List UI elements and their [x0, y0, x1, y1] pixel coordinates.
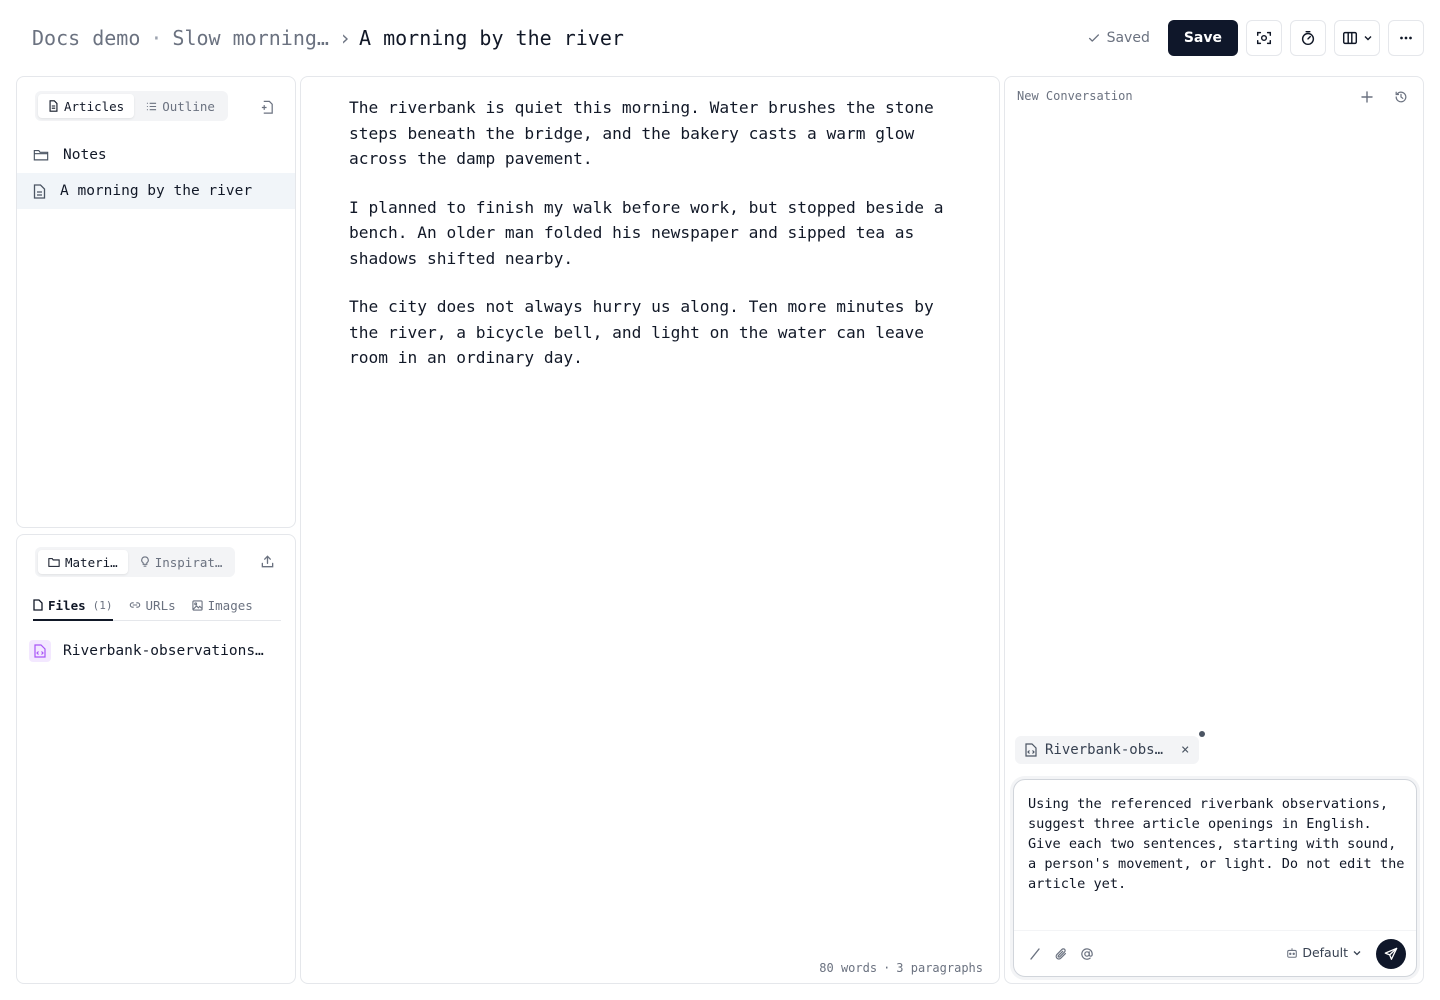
subtab-files[interactable]: Files (1) [33, 591, 113, 621]
lightbulb-icon [140, 556, 149, 567]
top-bar: Docs demo · Slow morning… › A morning by… [0, 0, 1440, 76]
save-status: Saved [1087, 30, 1150, 46]
check-icon [1088, 34, 1099, 42]
tree-item-article[interactable]: A morning by the river [17, 173, 295, 209]
focus-mode-button[interactable] [1246, 20, 1282, 56]
tree-item-notes[interactable]: Notes [17, 137, 295, 173]
robot-icon [1287, 947, 1298, 958]
new-conversation-button[interactable] [1357, 87, 1377, 107]
article-paragraph[interactable]: The riverbank is quiet this morning. Wat… [349, 95, 959, 172]
slash-command-button[interactable] [1026, 945, 1044, 963]
composer-toolbar: Default [1014, 930, 1416, 976]
material-subtabs: Files (1) URLs Images [33, 591, 281, 621]
materials-panel: Materi… Inspirat… Files (1) URLs Images … [16, 534, 296, 984]
message-input[interactable]: Using the referenced riverbank observati… [1028, 794, 1408, 894]
upload-button[interactable] [255, 549, 279, 573]
more-horizontal-icon [1400, 36, 1412, 40]
model-selector[interactable]: Default [1286, 945, 1362, 960]
breadcrumb-current: A morning by the river [359, 26, 624, 50]
at-sign-icon [1081, 948, 1093, 960]
layout-button[interactable] [1334, 20, 1380, 56]
more-options-button[interactable] [1388, 20, 1424, 56]
focus-icon [1256, 31, 1272, 45]
send-button[interactable] [1376, 939, 1406, 969]
breadcrumb-project[interactable]: Slow morning… [172, 26, 329, 50]
articles-panel: Articles Outline Notes A morning by the … [16, 76, 296, 528]
plus-icon [1361, 91, 1373, 103]
new-document-icon [261, 100, 273, 114]
image-icon [191, 599, 203, 611]
stats-separator: · [883, 961, 891, 975]
chevron-down-icon [1353, 950, 1361, 955]
article-paragraph[interactable]: The city does not always hurry us along.… [349, 294, 959, 371]
subtab-images[interactable]: Images [191, 591, 253, 619]
reference-chip[interactable]: Riverbank-obs… × [1015, 736, 1200, 764]
subtab-urls-label: URLs [145, 597, 176, 613]
history-icon [1395, 91, 1407, 103]
new-article-button[interactable] [255, 95, 279, 119]
article-paragraph[interactable]: I planned to finish my walk before work,… [349, 195, 959, 272]
folder-icon [48, 557, 60, 567]
header-actions: Saved Save [1087, 20, 1424, 56]
timer-icon [1301, 30, 1315, 46]
subtab-urls[interactable]: URLs [129, 591, 176, 619]
breadcrumb-workspace[interactable]: Docs demo [32, 26, 140, 50]
link-icon [129, 602, 140, 608]
word-count: 80 words [819, 961, 878, 975]
tab-materials-label: Materi… [65, 554, 118, 570]
list-icon [147, 102, 157, 110]
materials-panel-tabs: Materi… Inspirat… [35, 547, 236, 577]
reference-chip-label: Riverbank-obs… [1045, 742, 1164, 758]
document-stats: 80 words · 3 paragraphs [819, 961, 983, 975]
document-icon [49, 100, 58, 112]
breadcrumb-arrow-icon: › [338, 26, 352, 50]
slash-icon [1030, 948, 1040, 960]
remove-reference-icon[interactable]: × [1181, 742, 1189, 758]
tree-item-label: A morning by the river [60, 183, 253, 199]
conversation-title: New Conversation [1017, 89, 1133, 103]
tab-articles-label: Articles [64, 98, 125, 114]
subtab-files-label: Files [48, 597, 86, 613]
tree-item-label: Notes [63, 147, 107, 163]
code-file-icon [34, 644, 46, 658]
save-status-label: Saved [1106, 30, 1150, 46]
tab-outline-label: Outline [162, 98, 215, 114]
history-button[interactable] [1391, 87, 1411, 107]
tab-articles[interactable]: Articles [38, 94, 135, 118]
mention-button[interactable] [1078, 945, 1096, 963]
folder-icon [33, 149, 49, 161]
article-body[interactable]: The riverbank is quiet this morning. Wat… [349, 95, 959, 394]
file-item[interactable]: Riverbank-observations… [29, 639, 264, 663]
file-icon [33, 599, 43, 611]
model-selector-label: Default [1302, 945, 1348, 960]
tab-outline[interactable]: Outline [136, 94, 225, 118]
attach-button[interactable] [1052, 945, 1070, 963]
breadcrumb-separator: · [150, 26, 163, 50]
reference-indicator [1199, 731, 1205, 737]
columns-icon [1342, 31, 1358, 45]
message-composer[interactable]: Using the referenced riverbank observati… [1013, 779, 1417, 977]
chat-panel: New Conversation Riverbank-obs… × Using … [1004, 76, 1424, 984]
file-name: Riverbank-observations… [63, 643, 264, 659]
send-icon [1384, 947, 1398, 960]
save-button[interactable]: Save [1167, 20, 1238, 56]
paperclip-icon [1055, 948, 1066, 960]
file-badge [29, 640, 51, 662]
editor-panel: The riverbank is quiet this morning. Wat… [300, 76, 1000, 984]
tab-materials[interactable]: Materi… [38, 550, 128, 574]
upload-icon [261, 554, 273, 567]
breadcrumb: Docs demo · Slow morning… › A morning by… [32, 24, 624, 52]
tab-inspiration[interactable]: Inspirat… [130, 550, 233, 574]
timer-button[interactable] [1290, 20, 1326, 56]
tab-inspiration-label: Inspirat… [154, 554, 223, 570]
articles-panel-tabs: Articles Outline [35, 91, 228, 121]
document-icon [33, 183, 46, 199]
subtab-images-label: Images [207, 597, 253, 613]
chevron-down-icon [1364, 36, 1372, 41]
paragraph-count: 3 paragraphs [896, 961, 983, 975]
code-file-icon [1025, 743, 1037, 757]
article-tree: Notes A morning by the river [17, 137, 295, 209]
subtab-files-count: (1) [92, 598, 113, 612]
